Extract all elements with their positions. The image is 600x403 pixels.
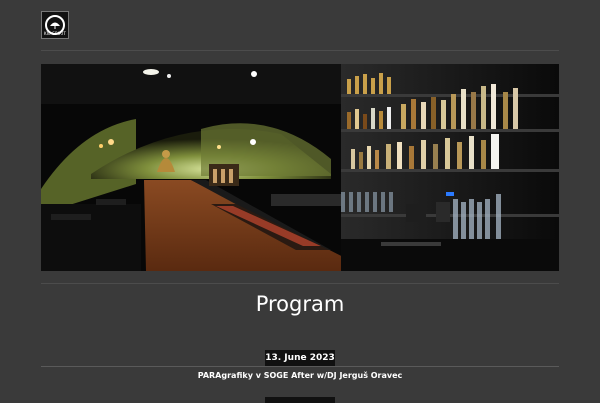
umbrella-icon bbox=[50, 22, 60, 29]
bar-interior-photo bbox=[41, 64, 559, 271]
hero-divider bbox=[41, 283, 559, 284]
site-logo[interactable]: KIL-SPIRIT bbox=[41, 11, 69, 39]
event-title-link[interactable]: PARAgrafiky v SOGE After w/DJ Jerguš Ora… bbox=[0, 371, 600, 380]
hero-image bbox=[41, 64, 559, 271]
site-header: KIL-SPIRIT bbox=[0, 0, 600, 50]
logo-text: KIL-SPIRIT bbox=[44, 31, 66, 36]
header-divider bbox=[41, 50, 559, 51]
event-divider bbox=[41, 366, 559, 367]
next-event-date-badge bbox=[265, 397, 335, 403]
event-date-badge: 13. June 2023 bbox=[265, 350, 335, 366]
page-title: Program bbox=[255, 292, 345, 316]
